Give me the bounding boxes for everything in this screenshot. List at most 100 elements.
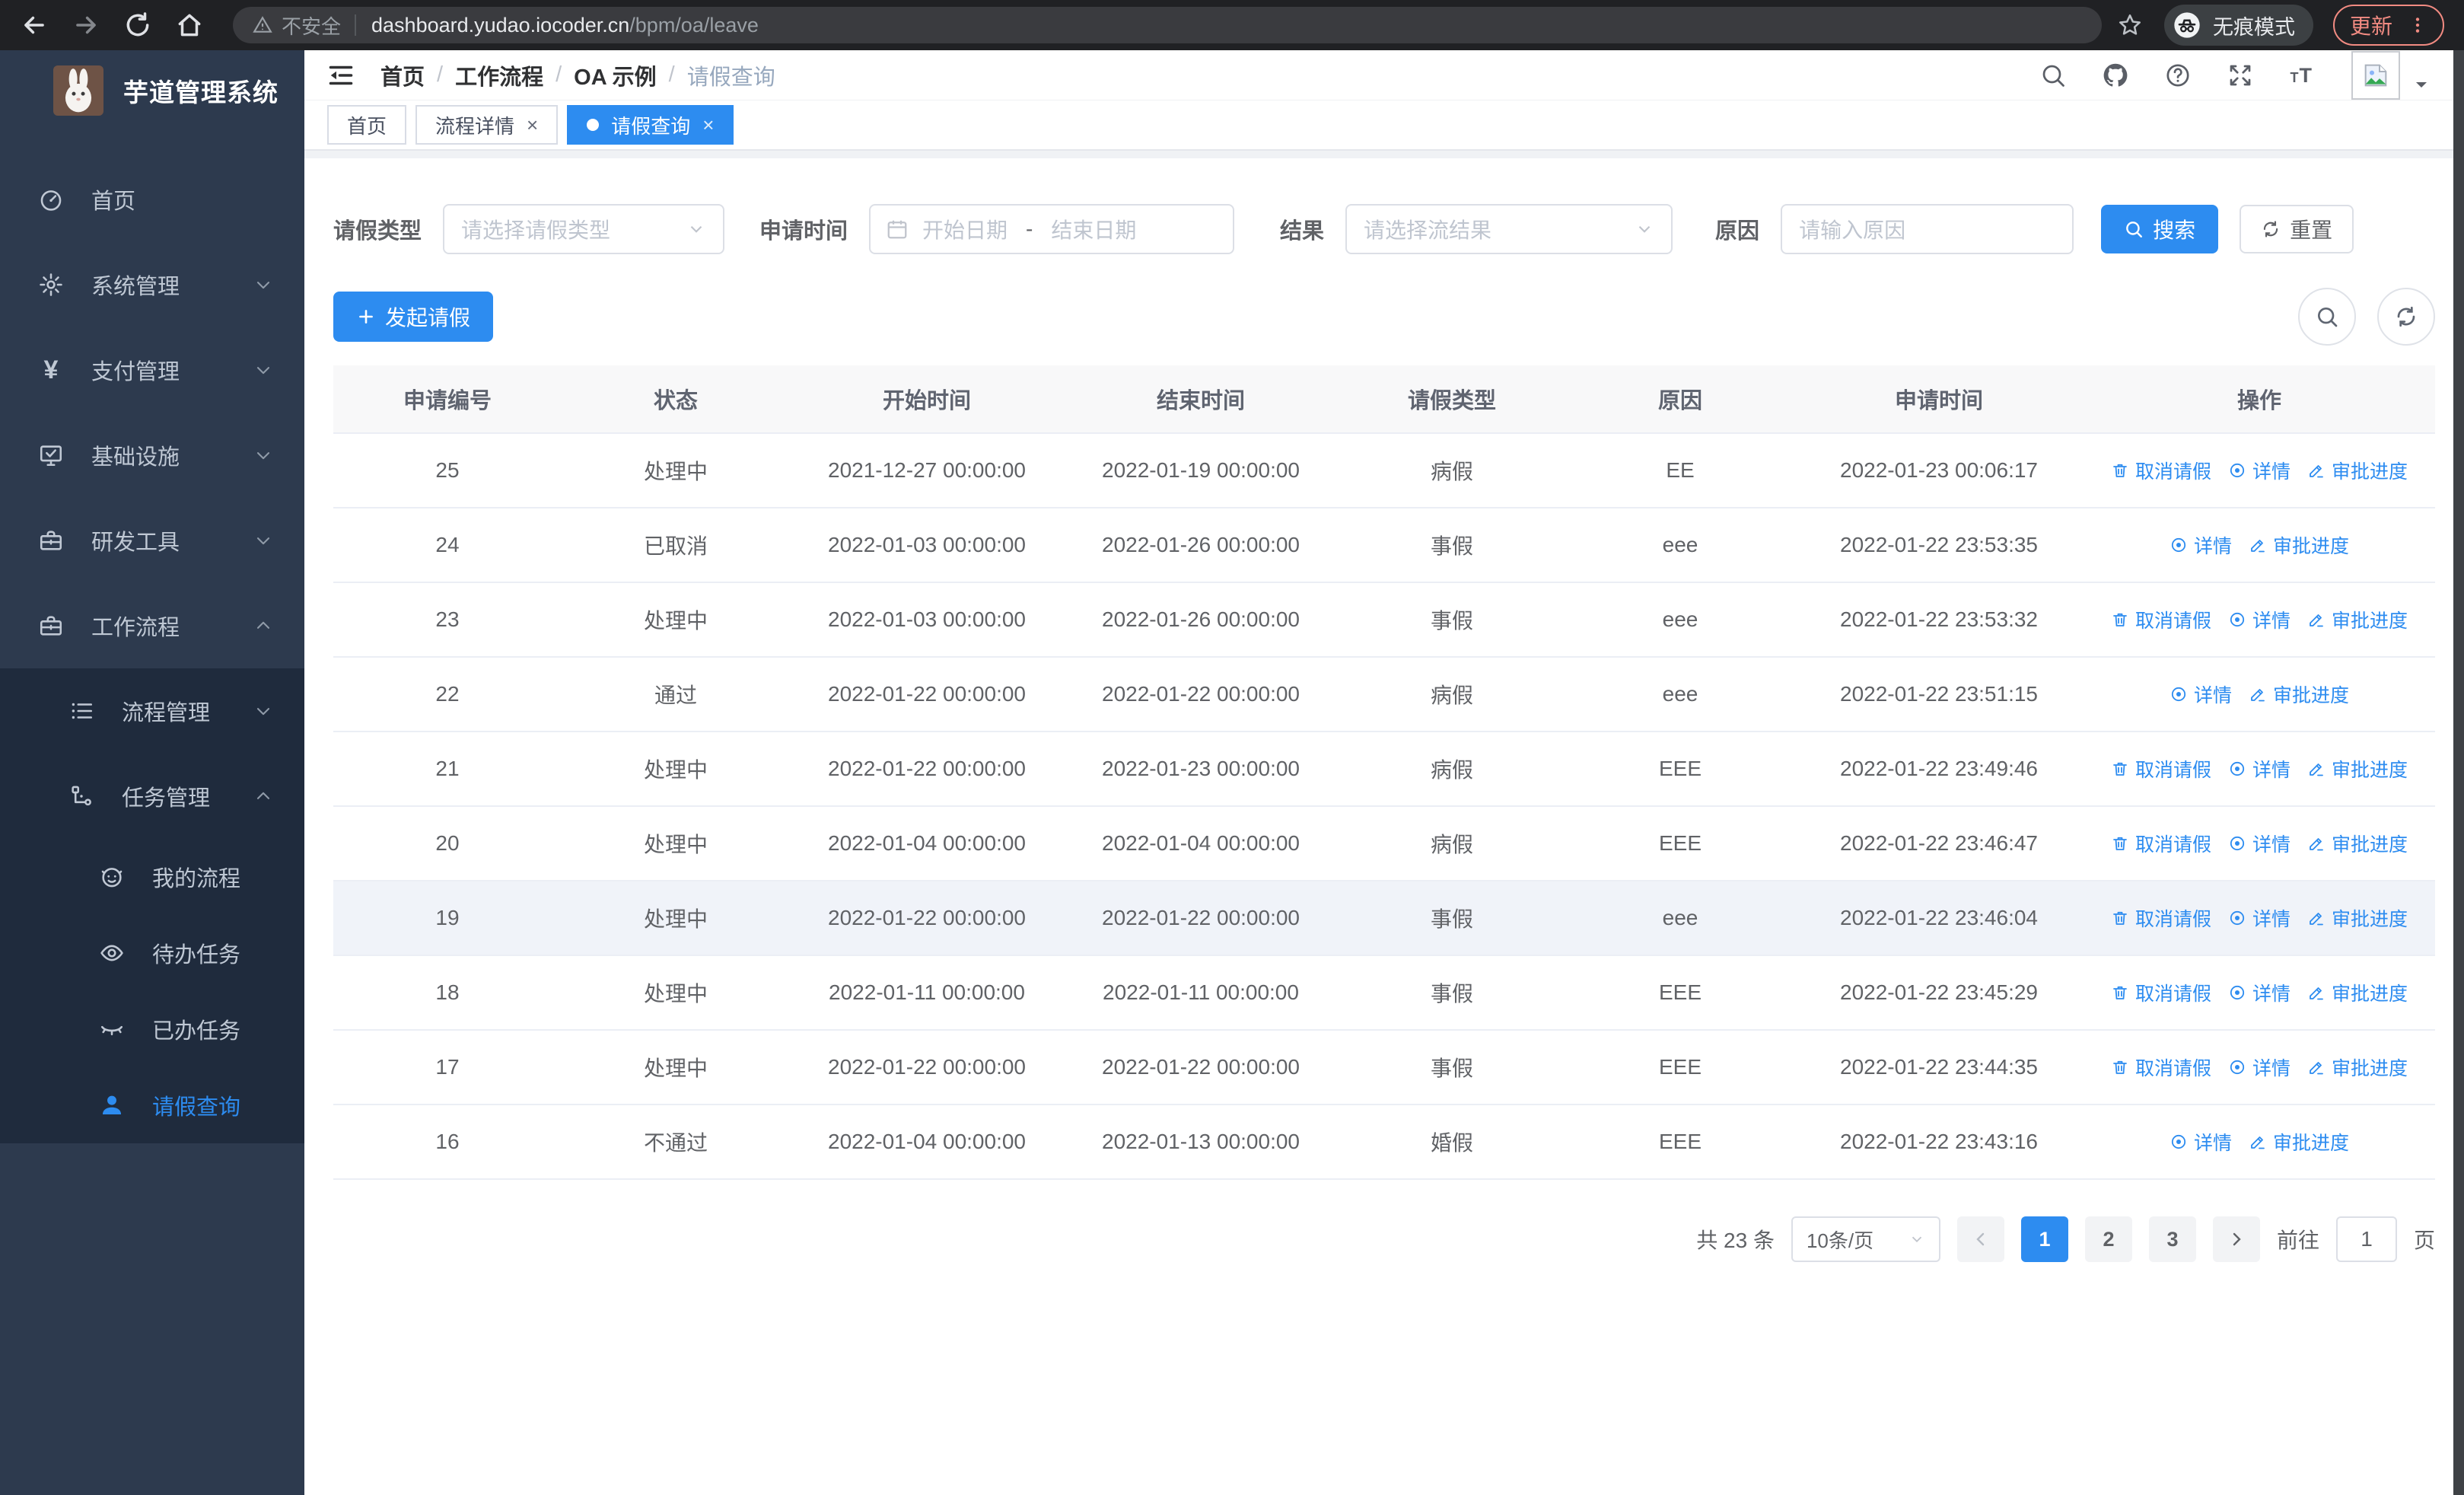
page-button[interactable]: 3 [2148,1216,2196,1262]
submenu-task-management: 我的流程 待办任务 已办任务 请假查询 [0,839,304,1143]
progress-link[interactable]: 审批进度 [2307,904,2408,932]
sidebar-item-leave-query[interactable]: 请假查询 [0,1067,304,1143]
cancel-link[interactable]: 取消请假 [2111,904,2211,932]
user-menu[interactable] [2351,50,2431,100]
cell-id: 21 [435,757,460,780]
detail-link[interactable]: 详情 [2228,979,2291,1006]
breadcrumb-item-workflow[interactable]: 工作流程 [455,59,543,91]
cancel-link[interactable]: 取消请假 [2111,1054,2211,1081]
page-size-select[interactable]: 10条/页 [1791,1216,1940,1262]
page-button[interactable]: 2 [2084,1216,2132,1262]
detail-link[interactable]: 详情 [2228,606,2291,633]
detail-link[interactable]: 详情 [2228,755,2291,783]
progress-link[interactable]: 审批进度 [2249,1128,2349,1156]
progress-link[interactable]: 审批进度 [2307,755,2408,783]
browser-update-button[interactable]: 更新 [2332,5,2444,46]
prev-page-button[interactable] [1956,1216,2004,1262]
next-page-button[interactable] [2212,1216,2260,1262]
tab-home[interactable]: 首页 [327,105,407,145]
cell-applied: 2022-01-22 23:45:29 [1840,980,2038,1004]
page-button[interactable]: 1 [2020,1216,2068,1262]
bookmark-star-icon[interactable] [2117,12,2143,38]
collapse-menu-icon[interactable] [327,62,355,89]
cancel-link[interactable]: 取消请假 [2111,457,2211,484]
breadcrumb-item-home[interactable]: 首页 [380,59,425,91]
cell-id: 20 [435,831,460,855]
home-icon[interactable] [175,11,204,40]
sidebar-item-process-management[interactable]: 流程管理 [0,668,304,754]
sidebar-item-payment-management[interactable]: ¥ 支付管理 [0,327,304,413]
detail-label: 详情 [2252,1058,2291,1079]
edit-icon [2307,1058,2326,1076]
reset-button[interactable]: 重置 [2240,205,2354,253]
tab-leave-query[interactable]: 请假查询 × [567,105,734,145]
progress-link[interactable]: 审批进度 [2307,457,2408,484]
browser-scrollbar[interactable] [2453,50,2464,1495]
update-label[interactable]: 更新 [2350,10,2392,40]
detail-link[interactable]: 详情 [2170,1128,2232,1156]
search-button[interactable]: 搜索 [2101,205,2219,253]
detail-link[interactable]: 详情 [2170,681,2232,708]
detail-link[interactable]: 详情 [2228,904,2291,932]
detail-label: 详情 [2193,1133,2232,1154]
sidebar-item-system-management[interactable]: 系统管理 [0,242,304,327]
sidebar-item-label: 系统管理 [91,275,180,299]
detail-link[interactable]: 详情 [2228,830,2291,857]
detail-link[interactable]: 详情 [2170,531,2232,559]
forward-icon[interactable] [72,11,100,40]
sidebar-item-home[interactable]: 首页 [0,157,304,242]
progress-link[interactable]: 审批进度 [2307,979,2408,1006]
tab-process-detail[interactable]: 流程详情 × [415,105,559,145]
leave-table: 申请编号 状态 开始时间 结束时间 请假类型 原因 申请时间 操作 25 处理中 2021-12-… [333,365,2435,1180]
progress-link[interactable]: 审批进度 [2307,1054,2408,1081]
create-leave-button[interactable]: 发起请假 [333,292,494,342]
sidebar-item-infrastructure[interactable]: 基础设施 [0,413,304,498]
breadcrumb-item-oa-example[interactable]: OA 示例 [574,59,656,91]
sidebar-item-todo-tasks[interactable]: 待办任务 [0,915,304,991]
progress-link[interactable]: 审批进度 [2249,531,2349,559]
cell-id: 16 [435,1130,460,1153]
browser-menu-icon[interactable] [2408,15,2427,35]
cancel-link[interactable]: 取消请假 [2111,979,2211,1006]
reload-icon[interactable] [123,11,152,40]
address-bar[interactable]: 不安全 dashboard.yudao.iocoder.cn /bpm/oa/l… [233,7,2102,43]
detail-label: 详情 [2252,461,2291,483]
cancel-link[interactable]: 取消请假 [2111,830,2211,857]
result-select[interactable]: 请选择流结果 [1345,204,1673,254]
table-search-toggle-button[interactable] [2298,288,2356,346]
avatar[interactable] [2351,50,2400,100]
sidebar-item-task-management[interactable]: 任务管理 [0,754,304,839]
cancel-link[interactable]: 取消请假 [2111,755,2211,783]
detail-link[interactable]: 详情 [2228,1054,2291,1081]
close-tab-icon[interactable]: × [527,115,538,135]
sidebar-item-done-tasks[interactable]: 已办任务 [0,991,304,1067]
close-tab-icon[interactable]: × [702,115,714,135]
sidebar-item-dev-tools[interactable]: 研发工具 [0,498,304,583]
progress-link[interactable]: 审批进度 [2249,681,2349,708]
table-refresh-button[interactable] [2377,288,2435,346]
sidebar-item-my-process[interactable]: 我的流程 [0,839,304,915]
active-tab-dot [587,119,600,131]
detail-link[interactable]: 详情 [2228,457,2291,484]
reason-input[interactable]: 请输入原因 [1781,204,2074,254]
security-label[interactable]: 不安全 [282,11,341,40]
cancel-link[interactable]: 取消请假 [2111,606,2211,633]
back-icon[interactable] [20,11,49,40]
leave-type-select[interactable]: 请选择请假类型 [443,204,725,254]
app-logo[interactable]: 芋道管理系统 [0,50,304,131]
goto-page-input[interactable]: 1 [2335,1216,2397,1262]
apply-time-range-picker[interactable]: 开始日期 - 结束日期 [869,204,1235,254]
detail-label: 详情 [2252,760,2291,781]
sidebar-item-label: 研发工具 [91,531,180,555]
end-date-placeholder[interactable]: 结束日期 [1051,214,1136,244]
cell-start: 2021-12-27 00:00:00 [828,458,1026,482]
start-date-placeholder[interactable]: 开始日期 [922,214,1008,244]
question-icon [2164,62,2192,89]
progress-link[interactable]: 审批进度 [2307,606,2408,633]
sidebar-item-workflow[interactable]: 工作流程 [0,583,304,668]
row-actions: 取消请假 详情 审批进度 [2084,904,2435,932]
reason-label: 原因 [1715,219,1760,244]
progress-link[interactable]: 审批进度 [2307,830,2408,857]
cell-type: 事假 [1430,534,1473,558]
github-icon [2102,62,2129,89]
